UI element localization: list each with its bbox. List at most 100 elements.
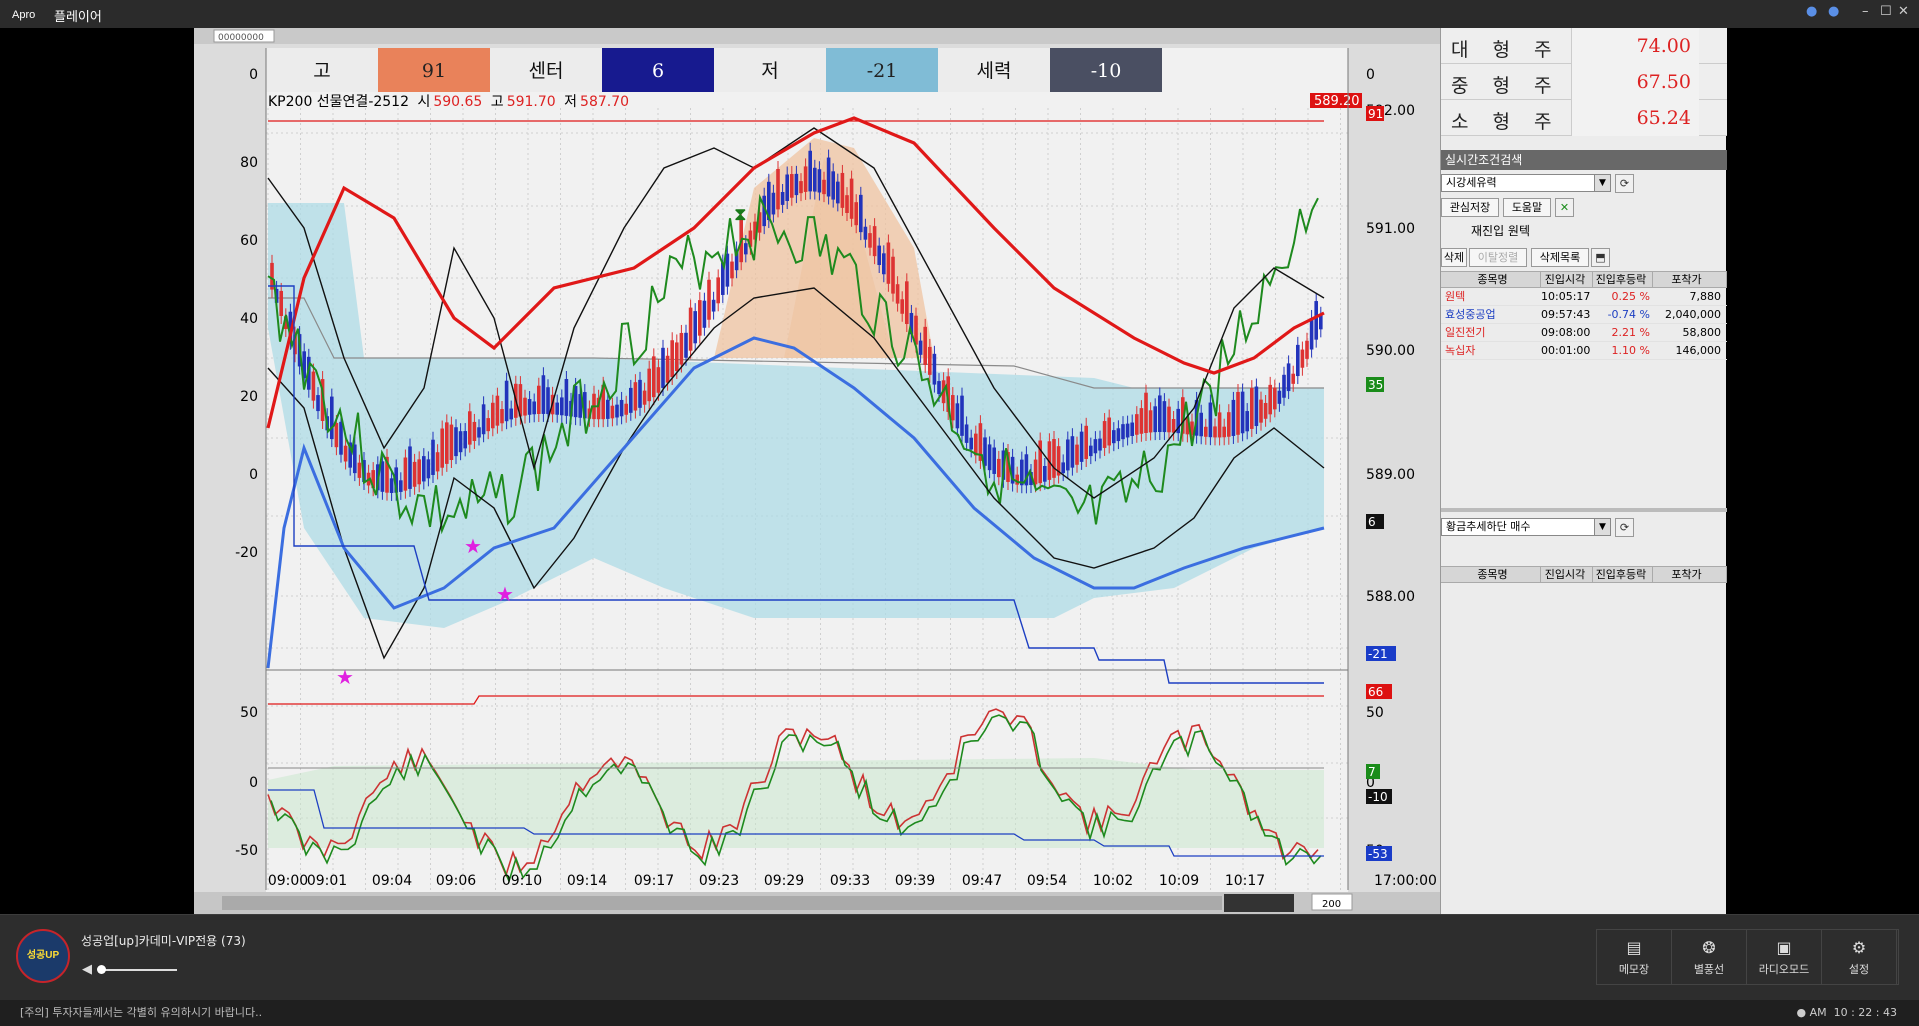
toolbar-field[interactable]: 00000000	[218, 33, 264, 43]
table-cell: 0.25 %	[1611, 290, 1650, 303]
scroll-thumb[interactable]	[1224, 894, 1294, 912]
candle	[785, 174, 789, 201]
table-cell: 효성중공업	[1445, 308, 1496, 321]
table-cell: 7,880	[1689, 290, 1722, 303]
delete-button[interactable]: 삭제	[1441, 248, 1467, 267]
candle	[633, 382, 638, 411]
user-icon[interactable]: ●	[1828, 4, 1839, 19]
minimize-button[interactable]: –	[1862, 4, 1869, 19]
candle	[389, 478, 394, 493]
delete-list-button[interactable]: 삭제목록	[1531, 248, 1589, 267]
right-axis-tick: 590.00	[1366, 343, 1415, 359]
candle	[808, 150, 812, 192]
indicator-label: 세력	[977, 60, 1012, 82]
tool-button-1[interactable]: ❂ 별풍선	[1672, 930, 1747, 984]
axis-badge-text: 35	[1368, 378, 1383, 392]
chart-area[interactable]: 00000000 고 91 센터 6 저 -21 세력 -10 KP200 선물연결-2512…	[194, 28, 1440, 914]
candle	[642, 390, 647, 405]
candle	[987, 444, 992, 471]
candle	[918, 340, 923, 355]
candle	[872, 226, 877, 257]
candle	[1061, 462, 1065, 474]
download-icon[interactable]: ⬒	[1591, 248, 1610, 267]
channel-avatar[interactable]: 성공UP	[16, 929, 70, 983]
candle	[422, 456, 426, 482]
reentry-label: 재진입 원텍	[1471, 224, 1531, 238]
table-cell: 58,800	[1682, 326, 1722, 339]
candle	[1291, 373, 1295, 384]
candle	[1102, 421, 1107, 448]
chevron-down-icon: ▼	[1594, 175, 1610, 191]
candle	[799, 181, 803, 194]
volume-icon[interactable]: ◀	[82, 962, 92, 977]
status-bar: [주의] 투자자들께서는 각별히 유의하시기 바랍니다.. ● AM 10 : …	[0, 1000, 1919, 1026]
candle	[1148, 410, 1153, 433]
candle	[1112, 430, 1116, 444]
tool-button-2[interactable]: ▣ 라디오모드	[1747, 930, 1822, 984]
indicator-value: -10	[1091, 60, 1122, 82]
candle	[730, 261, 734, 279]
hourglass-icon: ⧗	[734, 204, 747, 225]
candle	[403, 457, 408, 491]
candle	[1171, 419, 1176, 433]
tool-icon: ▤	[1626, 938, 1642, 957]
panel-divider[interactable]	[1441, 508, 1727, 512]
zoom-field[interactable]: 200	[1322, 899, 1341, 910]
tool-button-3[interactable]: ⚙ 설정	[1822, 930, 1897, 984]
candle	[624, 403, 628, 415]
table-row[interactable]: 녹십자 00:01:00 1.10 % 146,000	[1441, 342, 1727, 360]
size-row-small: 소형주 65.24	[1441, 100, 1727, 136]
tool-button-0[interactable]: ▤ 메모장	[1597, 930, 1672, 984]
candle	[1314, 301, 1318, 340]
player-tools: ▤ 메모장 ❂ 별풍선 ▣ 라디오모드 ⚙ 설정	[1596, 929, 1899, 985]
refresh-icon[interactable]: ⟳	[1615, 174, 1634, 193]
sub-axis-badge-text: 7	[1368, 765, 1376, 779]
candle	[408, 446, 412, 489]
maximize-button[interactable]: ☐	[1880, 4, 1892, 19]
table-row[interactable]: 효성중공업 09:57:43 -0.74 % 2,040,000	[1441, 306, 1727, 324]
candle	[1084, 425, 1088, 459]
candle	[1231, 399, 1236, 436]
candle	[863, 226, 868, 240]
candle	[1309, 317, 1314, 350]
watchlist-save-button[interactable]: 관심저장	[1441, 198, 1499, 217]
candle	[629, 387, 633, 413]
candle	[886, 242, 891, 284]
left-sub-tick: -50	[235, 843, 258, 859]
table-row[interactable]: 일진전기 09:08:00 2.21 % 58,800	[1441, 324, 1727, 342]
candle	[1273, 387, 1277, 410]
refresh-icon[interactable]: ⟳	[1615, 518, 1634, 537]
volume-slider[interactable]	[99, 969, 177, 971]
exit-sort-button[interactable]: 이탈정렬	[1469, 248, 1527, 267]
right-axis-tick: 591.00	[1366, 221, 1415, 237]
candle	[1052, 439, 1056, 478]
table-cell: 2,040,000	[1665, 308, 1721, 321]
help-button[interactable]: 도움말	[1503, 198, 1551, 217]
candle	[1075, 444, 1079, 465]
excel-icon[interactable]: ✕	[1555, 198, 1574, 217]
condition-results-table-2: 종목명 진입시각 진입후등락 포착가	[1441, 566, 1727, 583]
indicator-label: 센터	[529, 60, 564, 82]
candle	[417, 459, 421, 485]
table-row[interactable]: 원텍 10:05:17 0.25 % 7,880	[1441, 288, 1727, 306]
candle	[1217, 412, 1222, 438]
timeline-scrollbar[interactable]	[222, 896, 1222, 910]
left-axis-tick: 40	[240, 311, 258, 327]
table-cell: 원텍	[1445, 290, 1466, 303]
tool-icon: ⚙	[1851, 938, 1867, 957]
chat-icon[interactable]: ●	[1806, 4, 1817, 19]
candle	[822, 179, 826, 195]
condition-select[interactable]: 시강세유력 ▼	[1441, 174, 1611, 192]
time-label: 09:17	[634, 873, 674, 889]
volume-knob[interactable]	[97, 965, 106, 974]
condition-select-2[interactable]: 황금추세하단 매수 ▼	[1441, 518, 1611, 536]
candle	[1139, 408, 1144, 434]
candle	[688, 307, 693, 351]
candle	[468, 411, 472, 445]
indicator-value: 91	[422, 60, 446, 82]
tool-label: 메모장	[1618, 963, 1650, 976]
candle	[670, 340, 674, 378]
right-sub-tick: 50	[1366, 705, 1384, 721]
close-button[interactable]: ✕	[1898, 4, 1909, 19]
candle	[1263, 402, 1268, 419]
